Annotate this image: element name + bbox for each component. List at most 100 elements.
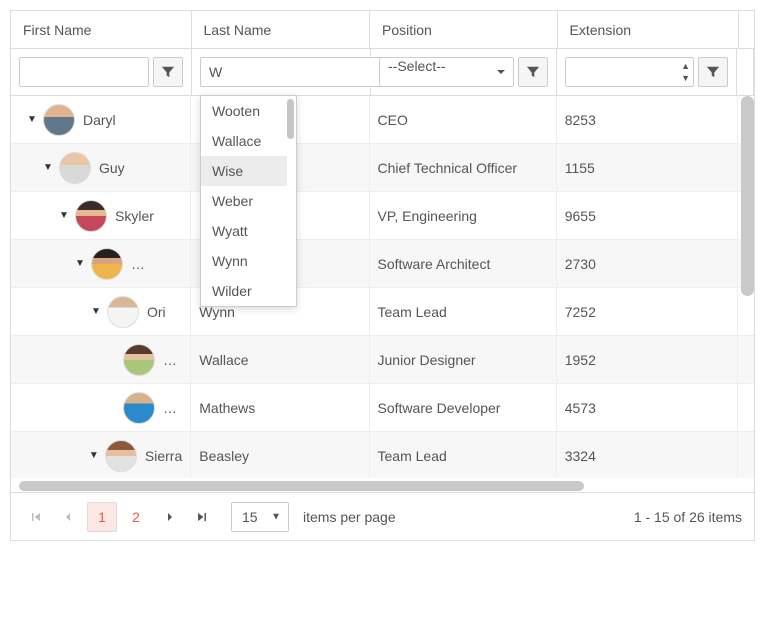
autocomplete-item[interactable]: Wallace bbox=[201, 126, 287, 156]
expand-toggle[interactable]: ▼ bbox=[91, 306, 101, 317]
avatar bbox=[91, 248, 123, 280]
pager-page-number[interactable]: 2 bbox=[121, 502, 151, 532]
header-extension[interactable]: Extension bbox=[558, 11, 740, 48]
cell-first-name: ▼ Sierra bbox=[11, 432, 191, 478]
expand-toggle[interactable]: ▼ bbox=[43, 162, 53, 173]
filter-select-position[interactable]: --Select-- bbox=[379, 57, 514, 87]
cell-first-name: … bbox=[11, 384, 191, 431]
table-row[interactable]: ▼Guy Chief Technical Officer1155 bbox=[11, 144, 754, 192]
cell-first-name: … bbox=[11, 336, 191, 383]
grid-body: ▼DarylCEO8253▼GuyChief Technical Officer… bbox=[11, 96, 754, 478]
pager: 12 15 ▼ items per page 1 - 15 of 26 item… bbox=[11, 492, 754, 540]
header-first-name[interactable]: First Name bbox=[11, 11, 192, 48]
pager-page-number[interactable]: 1 bbox=[87, 502, 117, 532]
horizontal-scrollbar-track[interactable] bbox=[11, 478, 754, 492]
cell-scrollbar-spacer bbox=[738, 336, 754, 383]
autocomplete-item[interactable]: Wynn bbox=[201, 246, 287, 276]
header-row: First Name Last Name Position Extension bbox=[11, 11, 754, 49]
avatar bbox=[43, 104, 75, 136]
first-name-text: … bbox=[163, 400, 177, 416]
page-size-select[interactable]: 15 ▼ bbox=[231, 502, 289, 532]
cell-extension: 9655 bbox=[557, 192, 738, 239]
header-position[interactable]: Position bbox=[370, 11, 558, 48]
cell-first-name: ▼ Ori bbox=[11, 288, 191, 335]
pager-next-button[interactable] bbox=[157, 504, 183, 530]
seek-last-icon bbox=[196, 511, 208, 523]
cell-extension: 2730 bbox=[557, 240, 738, 287]
cell-extension: 1155 bbox=[557, 144, 738, 191]
table-row[interactable]: … WallaceJunior Designer1952 bbox=[11, 336, 754, 384]
expand-toggle[interactable]: ▼ bbox=[75, 258, 85, 269]
horizontal-scrollbar-thumb[interactable] bbox=[19, 481, 584, 491]
cell-position: Software Architect bbox=[370, 240, 557, 287]
filter-button-position[interactable] bbox=[518, 57, 548, 87]
filter-icon bbox=[161, 65, 175, 79]
table-row[interactable]: ▼… Software Architect2730 bbox=[11, 240, 754, 288]
filter-button-extension[interactable] bbox=[698, 57, 728, 87]
cell-extension: 3324 bbox=[557, 432, 738, 478]
cell-extension: 4573 bbox=[557, 384, 738, 431]
autocomplete-scrollbar-thumb[interactable] bbox=[287, 99, 294, 139]
expand-toggle[interactable]: ▼ bbox=[27, 114, 37, 125]
vertical-scrollbar-thumb[interactable] bbox=[741, 96, 754, 296]
first-name-text: Skyler bbox=[115, 208, 154, 224]
autocomplete-item[interactable]: Wooten bbox=[201, 96, 287, 126]
cell-position: VP, Engineering bbox=[370, 192, 557, 239]
avatar bbox=[107, 296, 139, 328]
cell-position: Team Lead bbox=[370, 288, 557, 335]
cell-extension: 1952 bbox=[557, 336, 738, 383]
filter-cell-first-name bbox=[11, 49, 192, 95]
spinner-up-icon[interactable]: ▲ bbox=[681, 60, 690, 72]
avatar bbox=[75, 200, 107, 232]
spinner-down-icon[interactable]: ▼ bbox=[681, 72, 690, 84]
filter-button-first-name[interactable] bbox=[153, 57, 183, 87]
cell-extension: 7252 bbox=[557, 288, 738, 335]
treelist-grid: First Name Last Name Position Extension … bbox=[10, 10, 755, 541]
autocomplete-item[interactable]: Weber bbox=[201, 186, 287, 216]
pager-last-button[interactable] bbox=[189, 504, 215, 530]
cell-position: Software Developer bbox=[370, 384, 557, 431]
autocomplete-item[interactable]: Wilder bbox=[201, 276, 287, 306]
cell-position: CEO bbox=[370, 96, 557, 143]
avatar bbox=[123, 392, 155, 424]
table-row[interactable]: ▼OriWynnTeam Lead7252 bbox=[11, 288, 754, 336]
items-per-page-label: items per page bbox=[303, 509, 396, 525]
cell-position: Team Lead bbox=[370, 432, 557, 478]
autocomplete-item[interactable]: Wyatt bbox=[201, 216, 287, 246]
avatar bbox=[123, 344, 155, 376]
pager-prev-button[interactable] bbox=[55, 504, 81, 530]
table-row[interactable]: ▼ Sierra BeasleyTeam Lead3324 bbox=[11, 432, 754, 478]
header-last-name[interactable]: Last Name bbox=[192, 11, 371, 48]
cell-first-name: ▼Guy bbox=[11, 144, 191, 191]
header-scrollbar-spacer bbox=[739, 11, 754, 48]
first-name-text: Sierra bbox=[145, 448, 182, 464]
filter-input-extension[interactable] bbox=[565, 57, 694, 87]
cell-scrollbar-spacer bbox=[738, 432, 754, 478]
cell-position: Junior Designer bbox=[370, 336, 557, 383]
filter-icon bbox=[526, 65, 540, 79]
table-row[interactable]: ▼ Skyler VP, Engineering9655 bbox=[11, 192, 754, 240]
chevron-left-icon bbox=[63, 512, 73, 522]
autocomplete-item[interactable]: Wise bbox=[201, 156, 287, 186]
pager-first-button[interactable] bbox=[23, 504, 49, 530]
filter-icon bbox=[706, 65, 720, 79]
filter-input-first-name[interactable] bbox=[19, 57, 149, 87]
numeric-spinner[interactable]: ▲ ▼ bbox=[681, 60, 690, 84]
cell-last-name: Wallace bbox=[191, 336, 369, 383]
cell-position: Chief Technical Officer bbox=[370, 144, 557, 191]
table-row[interactable]: … MathewsSoftware Developer4573 bbox=[11, 384, 754, 432]
cell-scrollbar-spacer bbox=[738, 384, 754, 431]
first-name-text: Daryl bbox=[83, 112, 116, 128]
cell-last-name: Beasley bbox=[191, 432, 369, 478]
filter-cell-last-name: × bbox=[192, 49, 371, 95]
expand-toggle[interactable]: ▼ bbox=[59, 210, 69, 221]
filter-row: × --Select-- ▲ bbox=[11, 49, 754, 96]
expand-toggle[interactable]: ▼ bbox=[89, 450, 99, 461]
table-row[interactable]: ▼DarylCEO8253 bbox=[11, 96, 754, 144]
cell-first-name: ▼… bbox=[11, 240, 191, 287]
first-name-text: … bbox=[163, 352, 177, 368]
avatar bbox=[59, 152, 91, 184]
cell-last-name: Mathews bbox=[191, 384, 369, 431]
first-name-text: Ori bbox=[147, 304, 166, 320]
filter-cell-position: --Select-- bbox=[371, 49, 557, 95]
